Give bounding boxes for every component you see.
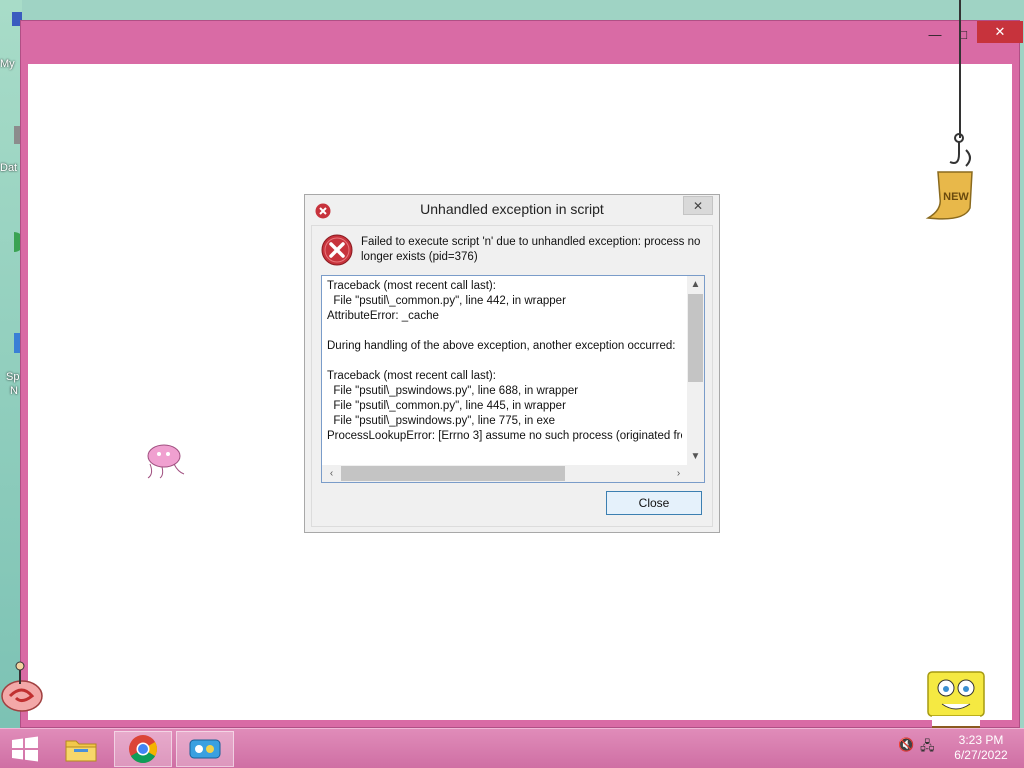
dialog-body: Failed to execute script 'n' due to unha… bbox=[311, 225, 713, 527]
minimize-button[interactable]: — bbox=[921, 23, 949, 45]
volume-muted-icon[interactable]: 🔇 bbox=[898, 737, 914, 753]
dialog-title: Unhandled exception in script bbox=[420, 201, 604, 217]
vertical-scrollbar[interactable]: ▲ ▼ bbox=[687, 276, 704, 465]
traceback-text: Traceback (most recent call last): File … bbox=[327, 280, 682, 442]
desktop-icon-data[interactable]: Dat bbox=[0, 120, 22, 180]
windows-start-icon[interactable] bbox=[4, 735, 46, 763]
traceback-textbox[interactable]: Traceback (most recent call last): File … bbox=[321, 275, 705, 483]
taskbar-python-app[interactable] bbox=[176, 731, 234, 767]
fishing-hook-icon bbox=[949, 133, 971, 167]
clock-time: 3:23 PM bbox=[958, 733, 1004, 747]
desktop-icon-label: N bbox=[10, 385, 18, 397]
network-icon[interactable]: 🖧 bbox=[920, 737, 935, 759]
desktop-icon-label: My bbox=[0, 58, 15, 70]
jellyfish-icon bbox=[147, 444, 185, 479]
dialog-close-button[interactable]: ✕ bbox=[683, 196, 713, 215]
scroll-right-icon[interactable]: › bbox=[670, 465, 687, 482]
horizontal-scrollbar[interactable]: ‹ › bbox=[322, 465, 688, 482]
scroll-up-icon[interactable]: ▲ bbox=[687, 276, 704, 293]
error-message: Failed to execute script 'n' due to unha… bbox=[361, 236, 701, 263]
new-sign-text: NEW bbox=[943, 191, 969, 203]
taskbar-chrome[interactable] bbox=[114, 731, 172, 767]
taskbar-clock[interactable]: 3:23 PM 6/27/2022 bbox=[944, 733, 1018, 763]
desktop-background: My Dat Sp N bbox=[0, 0, 24, 728]
maximize-button[interactable]: □ bbox=[949, 23, 977, 45]
desktop-icon-sp[interactable]: Sp N bbox=[0, 325, 22, 400]
scroll-left-icon[interactable]: ‹ bbox=[323, 465, 340, 482]
error-icon bbox=[321, 234, 353, 266]
desktop-icon-label: Sp bbox=[6, 371, 20, 383]
new-sign-icon: NEW bbox=[925, 171, 973, 220]
desktop-icon-label: Dat bbox=[0, 162, 18, 174]
dialog-titlebar: Unhandled exception in script ✕ bbox=[305, 195, 719, 225]
vertical-scroll-thumb[interactable] bbox=[688, 294, 703, 382]
folder-icon bbox=[65, 740, 97, 762]
scrollbar-corner bbox=[687, 465, 704, 482]
snail-icon bbox=[1, 661, 43, 712]
close-button[interactable]: Close bbox=[606, 491, 702, 515]
error-dialog: Unhandled exception in script ✕ Failed t… bbox=[304, 194, 720, 533]
horizontal-scroll-thumb[interactable] bbox=[341, 466, 565, 481]
taskbar: 🔇 🖧 3:23 PM 6/27/2022 bbox=[0, 728, 1024, 768]
taskbar-file-explorer[interactable] bbox=[52, 731, 110, 767]
clock-date: 6/27/2022 bbox=[954, 748, 1008, 762]
chrome-icon bbox=[129, 735, 157, 763]
desktop-icon-chrome[interactable] bbox=[0, 228, 24, 292]
app-icon bbox=[189, 739, 221, 759]
window-close-button[interactable]: ✕ bbox=[977, 21, 1023, 43]
desktop-icon-my-computer[interactable]: My bbox=[0, 10, 22, 70]
fishing-line bbox=[959, 0, 961, 138]
scroll-down-icon[interactable]: ▼ bbox=[687, 448, 704, 465]
